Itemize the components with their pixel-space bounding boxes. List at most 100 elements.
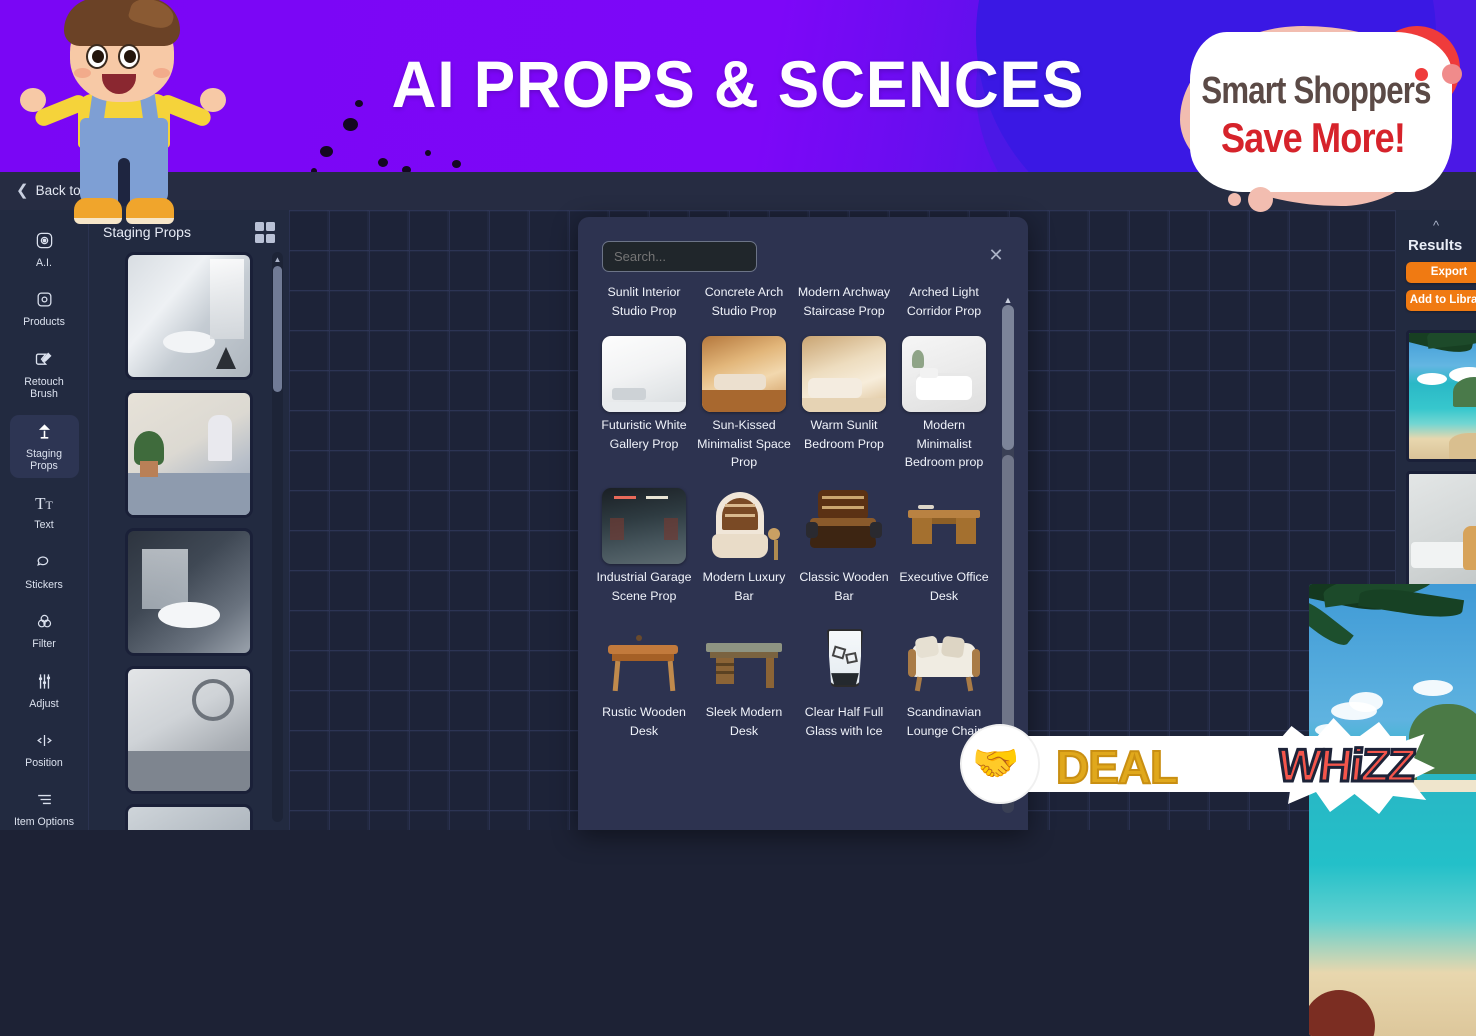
- banner-dot: [425, 150, 431, 156]
- smart-shoppers-badge: Smart Shoppers Save More!: [1176, 8, 1468, 212]
- sidebar-item-stickers[interactable]: Stickers: [10, 546, 79, 597]
- search-input[interactable]: [602, 241, 757, 272]
- modal-scroll-thumb[interactable]: [1002, 305, 1014, 450]
- panel-thumbnail-bright-bathroom[interactable]: [125, 252, 253, 380]
- prop-item-sunlit-interior-studio[interactable]: Sunlit Interior Studio Prop: [594, 283, 694, 320]
- badge-line-1: Smart Shoppers: [1201, 70, 1431, 112]
- panel-thumbnail-grey-vanity-mirror[interactable]: [125, 666, 253, 794]
- sidebar-label-retouch-brush: Retouch Brush: [24, 375, 64, 401]
- mascot-character: [18, 0, 228, 258]
- mascot-hand-right: [200, 88, 226, 112]
- prop-item-executive-office-desk[interactable]: Executive Office Desk: [894, 488, 994, 605]
- prop-label: Classic Wooden Bar: [799, 569, 889, 603]
- prop-label: Industrial Garage Scene Prop: [596, 569, 692, 603]
- product-box-icon: [12, 290, 77, 312]
- mascot-hand-left: [20, 88, 46, 112]
- badge-pink-dot-small: [1228, 193, 1241, 206]
- mascot-cheek-left: [74, 68, 91, 78]
- sidebar-label-staging-props: Staging Props: [26, 447, 62, 473]
- prop-thumbnail-luxury-bar: [702, 488, 786, 564]
- prop-item-classic-wooden-bar[interactable]: Classic Wooden Bar: [794, 488, 894, 605]
- sidebar-item-retouch-brush[interactable]: Retouch Brush: [10, 343, 79, 407]
- banner-dot: [452, 160, 461, 168]
- left-sidebar: A.I. Products Retouch Brush Staging Prop…: [0, 210, 89, 830]
- prop-item-modern-minimalist-bedroom[interactable]: Modern Minimalist Bedroom prop: [894, 336, 994, 472]
- props-row: Rustic Wooden Desk Sleek Modern Desk Cle…: [594, 623, 994, 740]
- results-title: Results: [1408, 237, 1463, 254]
- mascot-pupil-right: [124, 50, 136, 63]
- prop-item-modern-archway-staircase[interactable]: Modern Archway Staircase Prop: [794, 283, 894, 320]
- close-icon[interactable]: ✕: [986, 245, 1006, 265]
- sidebar-item-item-options[interactable]: Item Options: [10, 783, 79, 834]
- grid-view-icon[interactable]: [254, 222, 275, 243]
- sidebar-label-adjust: Adjust: [29, 697, 59, 710]
- panel-thumbnail-vanity-plant[interactable]: [125, 390, 253, 518]
- prop-thumbnail-sunkissed-room: [702, 336, 786, 413]
- watermark-deal-text: DEAL: [1055, 740, 1179, 794]
- text-icon: TT: [35, 494, 53, 514]
- banner-dot: [355, 100, 363, 107]
- sticker-icon: [12, 553, 77, 575]
- sidebar-label-products: Products: [23, 316, 65, 329]
- mascot-pupil-left: [92, 50, 104, 63]
- prop-item-sleek-modern-desk[interactable]: Sleek Modern Desk: [694, 623, 794, 740]
- prop-label: Sun-Kissed Minimalist Space Prop: [697, 418, 791, 470]
- sidebar-item-position[interactable]: Position: [10, 724, 79, 775]
- prop-thumbnail-garage: [602, 487, 686, 564]
- banner-dot: [311, 168, 317, 172]
- modal-scroll-thumb-secondary[interactable]: [1002, 455, 1014, 755]
- panel-scroll-up-icon[interactable]: ▲: [273, 255, 282, 264]
- mascot-shoe-right: [126, 198, 174, 224]
- prop-item-sun-kissed-minimalist-space[interactable]: Sun-Kissed Minimalist Space Prop: [694, 336, 794, 472]
- prop-item-clear-half-full-glass-with-ice[interactable]: Clear Half Full Glass with Ice: [794, 623, 894, 740]
- prop-label: Sleek Modern Desk: [705, 705, 783, 738]
- sliders-icon: [12, 672, 77, 694]
- result-thumb-beach[interactable]: [1406, 330, 1476, 462]
- prop-thumbnail-office-desk: [902, 488, 986, 564]
- mascot-leg-split: [118, 158, 130, 206]
- filter-circles-icon: [12, 612, 77, 634]
- add-to-library-button[interactable]: Add to Library: [1406, 290, 1476, 311]
- sidebar-item-filter[interactable]: Filter: [10, 605, 79, 656]
- prop-item-industrial-garage-scene[interactable]: Industrial Garage Scene Prop: [594, 487, 694, 605]
- prop-label: Warm Sunlit Bedroom Prop: [804, 418, 884, 451]
- sidebar-item-adjust[interactable]: Adjust: [10, 665, 79, 716]
- panel-scroll-thumb[interactable]: [273, 266, 282, 392]
- prop-label: Clear Half Full Glass with Ice: [804, 705, 884, 738]
- scroll-up-arrow-icon[interactable]: ▲: [1002, 295, 1014, 305]
- prop-label: Futuristic White Gallery Prop: [601, 418, 687, 451]
- prop-thumbnail-rustic-desk: [602, 623, 686, 699]
- mascot-cheek-right: [153, 68, 170, 78]
- sidebar-item-staging-props[interactable]: Staging Props: [9, 414, 79, 479]
- prop-item-futuristic-white-gallery[interactable]: Futuristic White Gallery Prop: [594, 336, 694, 472]
- prop-label: Executive Office Desk: [899, 569, 989, 603]
- export-button[interactable]: Export: [1406, 262, 1476, 283]
- prop-item-concrete-arch-studio[interactable]: Concrete Arch Studio Prop: [694, 283, 794, 320]
- prop-thumbnail-warm-bedroom: [802, 336, 886, 413]
- panel-thumbnail-partial[interactable]: [125, 804, 253, 830]
- tropical-beach-image[interactable]: [1309, 584, 1476, 1036]
- chevron-up-icon[interactable]: ^: [1396, 210, 1476, 235]
- sidebar-item-text[interactable]: TT Text: [10, 486, 79, 537]
- panel-scrollbar[interactable]: ▲: [272, 252, 283, 822]
- panel-thumbnail-dark-bathtub[interactable]: [125, 528, 253, 656]
- prop-label: Modern Luxury Bar: [702, 569, 786, 603]
- sidebar-item-products[interactable]: Products: [10, 283, 79, 334]
- prop-item-modern-luxury-bar[interactable]: Modern Luxury Bar: [694, 488, 794, 605]
- prop-thumbnail-sleek-desk: [702, 623, 786, 699]
- prop-item-rustic-wooden-desk[interactable]: Rustic Wooden Desk: [594, 623, 694, 740]
- prop-label: Arched Light Corridor Prop: [906, 285, 982, 318]
- sidebar-label-text: Text: [34, 519, 54, 532]
- panel-thumbnail-list[interactable]: [103, 252, 275, 830]
- badge-red-dot-large: [1442, 64, 1462, 84]
- props-grid: Sunlit Interior Studio Prop Concrete Arc…: [594, 283, 994, 830]
- props-row: Sunlit Interior Studio Prop Concrete Arc…: [594, 283, 994, 320]
- badge-line-2: Save More!: [1220, 114, 1406, 161]
- prop-label: Rustic Wooden Desk: [602, 705, 686, 738]
- sidebar-label-filter: Filter: [32, 638, 56, 651]
- prop-thumbnail-modern-bedroom: [902, 336, 986, 413]
- prop-thumbnail-glass-ice: [802, 623, 886, 699]
- handshake-icon: 🤝: [972, 743, 1020, 785]
- prop-item-warm-sunlit-bedroom[interactable]: Warm Sunlit Bedroom Prop: [794, 336, 894, 472]
- prop-item-arched-light-corridor[interactable]: Arched Light Corridor Prop: [894, 283, 994, 320]
